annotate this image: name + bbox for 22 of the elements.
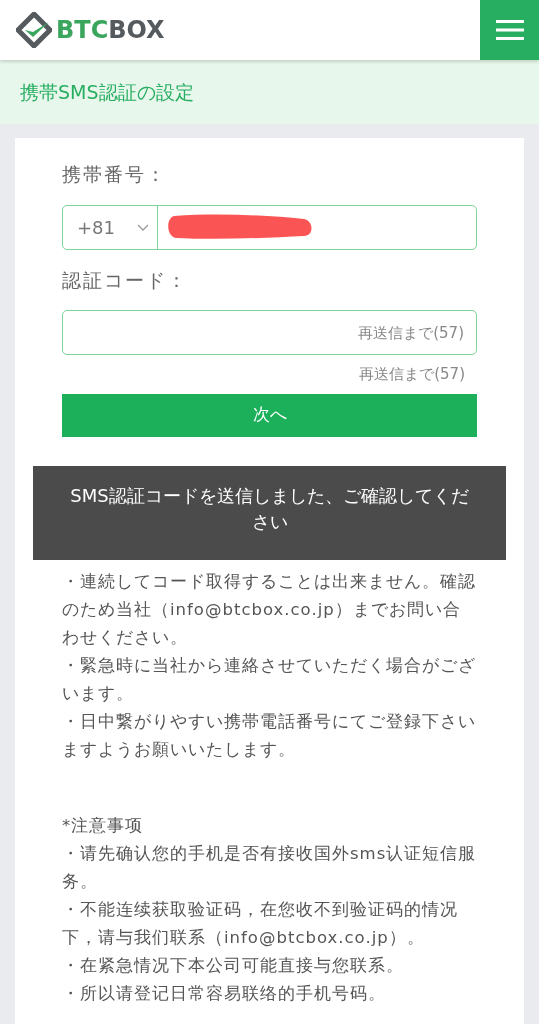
country-select[interactable]: +81: [63, 205, 158, 249]
field-label: 携帯番号：: [62, 162, 168, 187]
resend-countdown: 再送信まで(57): [359, 364, 466, 385]
field-label: 認証コード：: [62, 267, 189, 293]
page-title: 携帯SMS認証の設定: [20, 79, 194, 105]
menu-button[interactable]: [480, 0, 539, 60]
notice-text: *注意事项: [62, 814, 145, 837]
code-input[interactable]: 再送信まで(57): [62, 310, 477, 355]
toast-message: SMS認証コードを送信しました、ご確認してください: [33, 465, 506, 560]
menu-icon: [495, 19, 524, 41]
phone-field[interactable]: +81: [62, 204, 477, 250]
logo-icon: [16, 12, 52, 48]
notice-text: ・日中繋がりやすい携帯電話番号にてご登録下さいますようお願いいたします。: [62, 710, 477, 761]
next-button[interactable]: 次へ: [62, 393, 477, 437]
notice-text: ・不能连续获取验证码，在您收不到验证码的情况下，请与我们联系（info@btcbox.co.jp）。: [62, 898, 459, 949]
notice-text: ・所以请登记日常容易联络的手机号码。: [62, 982, 387, 1005]
notice-text: ・連続してコード取得することは出来ません。確認のため当社（info@btcbox.co.jp）までお問い合わせください。: [62, 570, 477, 649]
chevron-down-icon: [137, 223, 149, 231]
notice-text: ・緊急時に当社から連絡させていただく場合がございます。: [62, 654, 477, 705]
notice-text: ・在紧急情况下本公司可能直接与您联系。: [62, 954, 405, 977]
notice-text: ・请先确认您的手机是否有接收国外sms认证短信服务。: [62, 842, 477, 893]
logo-text: BTCBOX: [56, 15, 165, 46]
